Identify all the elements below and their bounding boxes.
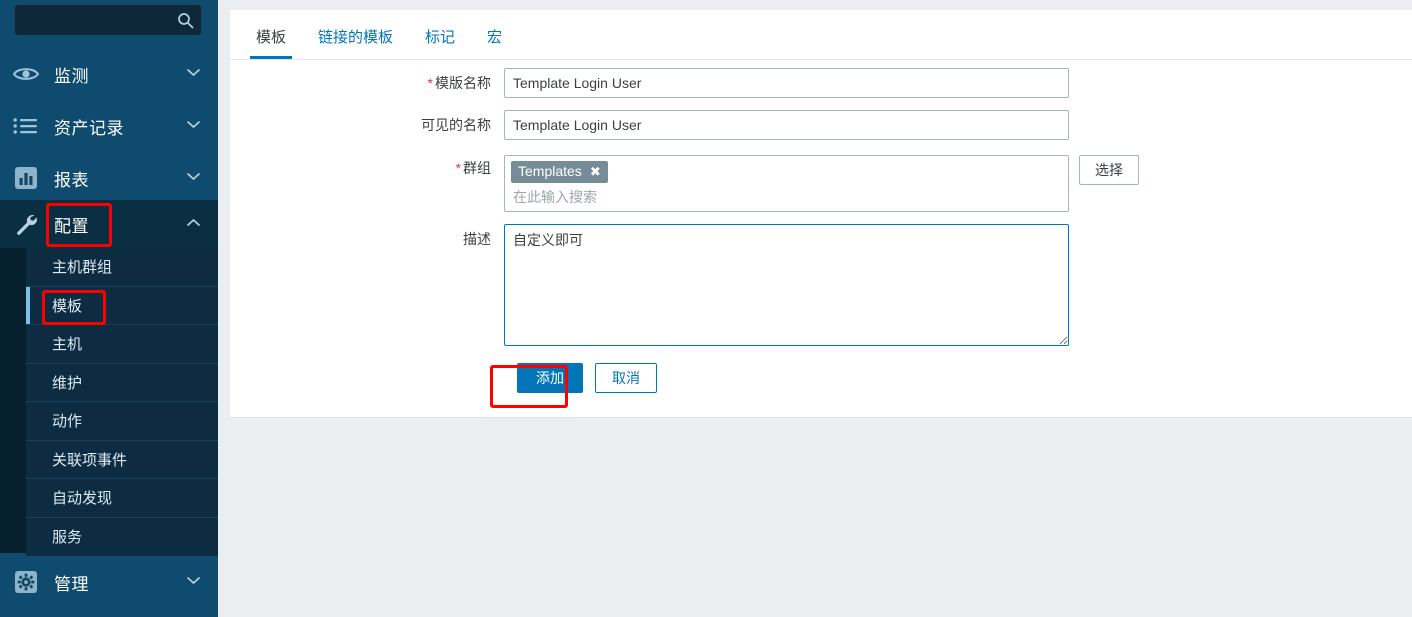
sidebar-submenu-configuration: 主机群组 模板 主机 维护 动作 关联项事件 自动发现 服务: [26, 248, 218, 556]
sidebar-item-actions[interactable]: 动作: [26, 402, 218, 441]
chevron-down-icon: [187, 121, 200, 132]
sidebar-subitem-label: 模板: [52, 297, 83, 315]
sidebar-search[interactable]: [14, 4, 202, 36]
form-row-template-name: * 模版名称: [230, 62, 1412, 104]
sidebar-item-maintenance[interactable]: 维护: [26, 363, 218, 402]
sidebar-item-label: 管理: [54, 574, 89, 594]
sidebar-item-configuration[interactable]: 配置: [0, 200, 218, 248]
sidebar-item-hosts[interactable]: 主机: [26, 325, 218, 364]
cancel-button[interactable]: 取消: [595, 362, 657, 393]
tab-bar: 模板 链接的模板 标记 宏: [230, 22, 518, 60]
required-marker: *: [427, 75, 433, 91]
gear-icon: [12, 568, 40, 596]
template-form: *模版名称 可见的名称 *群组: [230, 62, 1412, 393]
form-row-groups: * 群组 Templates ✖ 在此输入搜索 选择: [230, 146, 1412, 212]
sidebar: 监测 资产记录 报表 配置 主机群组 模板 主机 维护 动作 关联项事件 自动发…: [0, 0, 218, 617]
tab-linked-templates[interactable]: 链接的模板: [302, 22, 409, 59]
sidebar-item-reports[interactable]: 报表: [0, 152, 218, 204]
zabbix-template-create-page: 监测 资产记录 报表 配置 主机群组 模板 主机 维护 动作 关联项事件 自动发…: [0, 0, 1412, 617]
sidebar-item-monitoring[interactable]: 监测: [0, 48, 218, 100]
sidebar-item-label: 配置: [54, 216, 89, 236]
label-description: 描述: [230, 224, 504, 246]
sidebar-item-label: 报表: [54, 170, 89, 190]
sidebar-subitem-label: 关联项事件: [52, 451, 128, 469]
sidebar-item-host-groups[interactable]: 主机群组: [26, 248, 218, 287]
label-template-name: * 模版名称: [230, 76, 504, 90]
tab-divider: [230, 59, 1412, 60]
sidebar-item-templates[interactable]: 模板: [26, 286, 218, 325]
label-visible-name: 可见的名称: [230, 118, 504, 132]
required-marker: *: [455, 160, 461, 176]
close-icon[interactable]: ✖: [590, 164, 601, 180]
tab-template[interactable]: 模板: [240, 22, 302, 59]
sidebar-item-administration[interactable]: 管理: [0, 556, 218, 608]
chevron-up-icon: [187, 218, 200, 230]
list-icon: [12, 112, 40, 140]
label-text: 可见的名称: [421, 117, 491, 133]
form-row-description: 描述: [230, 212, 1412, 346]
sidebar-subitem-label: 自动发现: [52, 490, 113, 508]
sidebar-item-label: 监测: [54, 66, 89, 86]
template-name-input[interactable]: [504, 68, 1069, 98]
bar-chart-icon: [12, 164, 40, 192]
chevron-down-icon: [187, 173, 200, 184]
tab-tags[interactable]: 标记: [409, 22, 471, 59]
sidebar-subitem-label: 动作: [52, 413, 83, 431]
form-row-visible-name: 可见的名称: [230, 104, 1412, 146]
search-icon[interactable]: [173, 9, 197, 31]
sidebar-subitem-label: 主机群组: [52, 259, 113, 277]
submenu-gutter: [0, 248, 26, 553]
template-form-card: 模板 链接的模板 标记 宏 *模版名称 可见的名称: [230, 10, 1412, 418]
sidebar-subitem-label: 维护: [52, 374, 83, 392]
label-text: 模版名称: [435, 75, 491, 91]
chevron-down-icon: [187, 69, 200, 80]
group-chip[interactable]: Templates ✖: [511, 161, 608, 183]
sidebar-item-inventory[interactable]: 资产记录: [0, 100, 218, 152]
label-text: 群组: [463, 160, 491, 176]
visible-name-input[interactable]: [504, 110, 1069, 140]
label-groups: * 群组: [230, 155, 504, 175]
label-text: 描述: [463, 230, 491, 247]
wrench-icon: [12, 210, 40, 238]
tab-macros[interactable]: 宏: [471, 22, 518, 59]
active-indicator: [26, 286, 30, 324]
main-content: 模板 链接的模板 标记 宏 *模版名称 可见的名称: [218, 0, 1412, 617]
sidebar-item-services[interactable]: 服务: [26, 517, 218, 556]
add-button[interactable]: 添加: [517, 362, 583, 393]
group-chip-label: Templates: [518, 163, 582, 179]
search-input[interactable]: [15, 5, 171, 35]
eye-icon: [12, 60, 40, 88]
chevron-down-icon: [187, 577, 200, 588]
select-groups-button[interactable]: 选择: [1079, 155, 1139, 185]
form-actions: 添加 取消: [230, 346, 1412, 393]
groups-multiselect[interactable]: Templates ✖ 在此输入搜索: [504, 155, 1069, 212]
sidebar-subitem-label: 主机: [52, 336, 83, 354]
description-textarea[interactable]: [504, 223, 1069, 346]
groups-search-placeholder[interactable]: 在此输入搜索: [511, 183, 1062, 207]
sidebar-item-label: 资产记录: [54, 118, 124, 138]
sidebar-subitem-label: 服务: [52, 529, 83, 547]
sidebar-item-event-correlation[interactable]: 关联项事件: [26, 440, 218, 479]
sidebar-item-discovery[interactable]: 自动发现: [26, 479, 218, 518]
